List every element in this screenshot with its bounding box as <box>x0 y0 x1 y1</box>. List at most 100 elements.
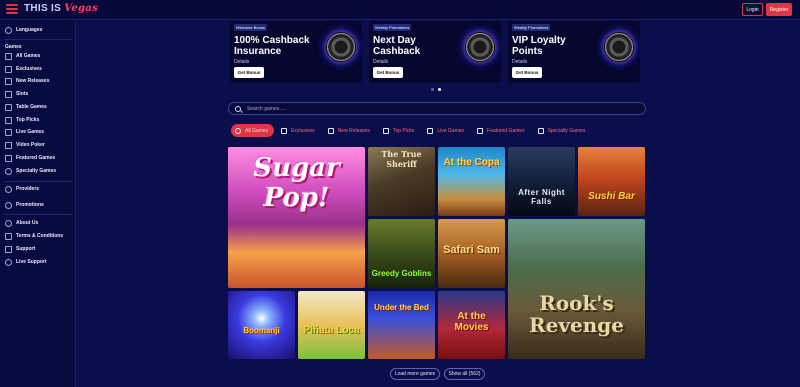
game-title: The True Sheriff <box>381 149 422 169</box>
live-icon <box>427 127 434 134</box>
sidebar-item-table-games[interactable]: Table Games <box>5 102 47 112</box>
sidebar-item-featured-games[interactable]: Featured Games <box>5 153 55 163</box>
game-tile-true-sheriff[interactable]: The True Sheriff <box>368 147 435 216</box>
sidebar-item-video-poker[interactable]: Video Poker <box>5 140 45 150</box>
table-icon <box>5 103 12 111</box>
sidebar-item-about-us[interactable]: About Us <box>5 218 38 228</box>
globe-icon <box>5 26 12 34</box>
sidebar-item-exclusives[interactable]: Exclusives <box>5 64 42 74</box>
promo-title: VIP Loyalty Points <box>512 35 566 57</box>
cards-icon <box>5 141 12 149</box>
sidebar-item-all-games[interactable]: All Games <box>5 51 40 61</box>
game-tile-at-the-movies[interactable]: At the Movies <box>438 291 505 359</box>
providers-icon <box>5 185 12 193</box>
tab-top-picks[interactable]: Top Picks <box>379 124 420 137</box>
search-icon <box>235 105 241 112</box>
get-bonus-button[interactable]: Get Bonus <box>234 67 264 78</box>
live-icon <box>5 128 12 136</box>
headset-icon <box>5 258 12 266</box>
tab-new-releases[interactable]: New Releases <box>324 124 376 137</box>
register-button[interactable]: Register <box>766 3 792 16</box>
info-icon <box>5 219 12 227</box>
tab-exclusives[interactable]: Exclusives <box>277 124 321 137</box>
game-title: Greedy Goblins <box>371 269 432 278</box>
promo-card-cashback-insurance[interactable]: Welcome Bonus 100% Cashback Insurance De… <box>230 21 362 83</box>
chat-icon <box>5 245 12 253</box>
divider <box>4 39 72 40</box>
sparkle-icon <box>5 77 12 85</box>
get-bonus-button[interactable]: Get Bonus <box>373 67 403 78</box>
promo-tag: Weekly Promotions <box>373 24 412 31</box>
game-title: Boomanji <box>243 325 280 335</box>
sidebar-item-new-releases[interactable]: New Releases <box>5 76 49 86</box>
game-tile-boomanji[interactable]: Boomanji <box>228 291 295 359</box>
get-bonus-button[interactable]: Get Bonus <box>512 67 542 78</box>
document-icon <box>5 232 12 240</box>
game-tile-pinata-loca[interactable]: Piñata Loca <box>298 291 365 359</box>
carousel-dot[interactable] <box>431 88 434 91</box>
star-icon <box>5 65 12 73</box>
top-bar: THIS IS Vegas Login Register <box>0 0 800 20</box>
gift-icon <box>5 201 12 209</box>
game-tile-greedy-goblins[interactable]: Greedy Goblins <box>368 219 435 288</box>
search-input[interactable] <box>247 105 627 112</box>
sidebar-item-live-games[interactable]: Live Games <box>5 127 44 137</box>
dice-icon <box>537 127 544 134</box>
tab-live-games[interactable]: Live Games <box>423 124 470 137</box>
game-title: Rook's Revenge <box>529 291 624 337</box>
game-title: Under the Bed <box>374 303 429 312</box>
promo-details-link[interactable]: Details <box>234 59 249 65</box>
carousel-dots <box>431 88 441 91</box>
tab-featured-games[interactable]: Featured Games <box>473 124 531 137</box>
thumbs-up-icon <box>382 127 389 134</box>
game-tile-under-the-bed[interactable]: Under the Bed <box>368 291 435 359</box>
divider <box>4 214 72 215</box>
roulette-wheel-icon <box>326 32 356 62</box>
sidebar-item-top-picks[interactable]: Top Picks <box>5 115 39 125</box>
sidebar-item-support[interactable]: Support <box>5 244 35 254</box>
menu-icon[interactable] <box>6 4 18 14</box>
game-tile-sugar-pop[interactable]: Sugar Pop! <box>228 147 365 288</box>
sidebar-item-terms[interactable]: Terms & Conditions <box>5 231 63 241</box>
tab-specialty-games[interactable]: Specialty Games <box>534 124 592 137</box>
tab-all-games[interactable]: All Games <box>231 124 275 137</box>
grid-icon <box>5 52 12 60</box>
dice-icon <box>5 167 12 175</box>
sidebar-item-live-support[interactable]: Live Support <box>5 257 47 267</box>
sidebar-item-specialty-games[interactable]: Specialty Games <box>5 166 56 176</box>
game-tile-at-the-copa[interactable]: At the Copa <box>438 147 505 216</box>
promo-card-next-day-cashback[interactable]: Weekly Promotions Next Day Cashback Deta… <box>369 21 501 83</box>
sidebar-item-languages[interactable]: Languages <box>5 25 42 35</box>
horseshoe-icon <box>235 127 241 134</box>
sidebar-item-providers[interactable]: Providers <box>5 184 39 194</box>
login-button[interactable]: Login <box>742 3 763 16</box>
trophy-icon <box>477 127 484 134</box>
sidebar-item-slots[interactable]: Slots <box>5 89 28 99</box>
game-title: Sugar Pop! <box>253 152 340 213</box>
sparkle-icon <box>327 127 334 134</box>
game-tile-sushi-bar[interactable]: Sushi Bar <box>578 147 645 216</box>
game-tile-safari-sam[interactable]: Safari Sam <box>438 219 505 288</box>
promo-details-link[interactable]: Details <box>373 59 388 65</box>
game-title: Piñata Loca <box>303 324 360 336</box>
slot-machine-icon <box>5 90 12 98</box>
show-all-button[interactable]: Show all (562) <box>444 368 485 380</box>
star-icon <box>281 127 288 134</box>
game-title: After Night Falls <box>518 187 565 206</box>
promo-tag: Weekly Promotions <box>512 24 551 31</box>
roulette-wheel-icon <box>465 32 495 62</box>
game-title: Sushi Bar <box>588 191 635 202</box>
sidebar-heading-games: Games <box>5 44 22 50</box>
search-bar[interactable] <box>228 102 646 115</box>
trophy-icon <box>5 154 12 162</box>
carousel-dot-active[interactable] <box>438 88 441 91</box>
site-logo[interactable]: THIS IS Vegas <box>24 3 98 14</box>
promo-details-link[interactable]: Details <box>512 59 527 65</box>
promo-card-vip-loyalty[interactable]: Weekly Promotions VIP Loyalty Points Det… <box>508 21 640 83</box>
sidebar: Languages Games All Games Exclusives New… <box>0 20 76 387</box>
load-more-button[interactable]: Load more games <box>390 368 440 380</box>
sidebar-item-promotions[interactable]: Promotions <box>5 200 44 210</box>
game-tile-rooks-revenge[interactable]: Rook's Revenge <box>508 219 645 359</box>
game-tile-after-night-falls[interactable]: After Night Falls <box>508 147 575 216</box>
promo-tag: Welcome Bonus <box>234 24 268 31</box>
